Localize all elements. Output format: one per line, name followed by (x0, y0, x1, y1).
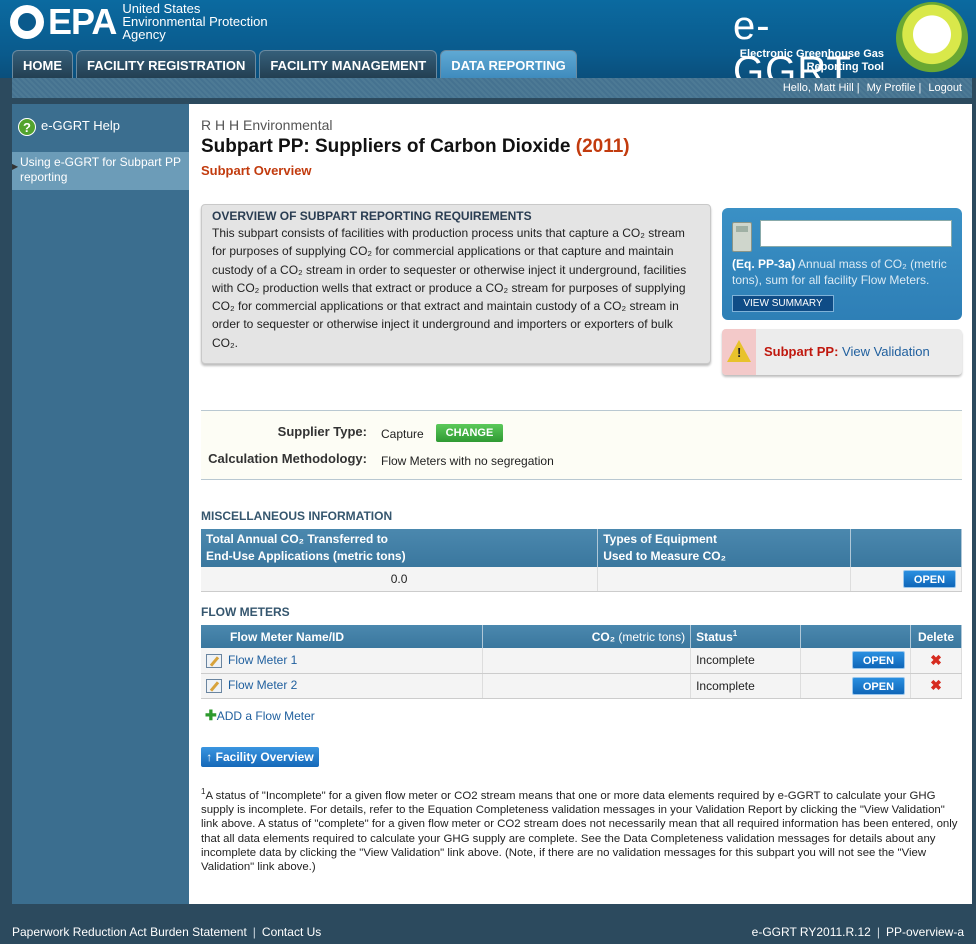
flow-meter-status: Incomplete (690, 648, 802, 674)
help-link[interactable]: ? e-GGRT Help (12, 104, 189, 148)
ggrt-logo: e-GGRT Electronic Greenhouse Gas Reporti… (733, 2, 968, 93)
flow-meter-open-button[interactable]: OPEN (851, 676, 905, 695)
flow-meters-table: Flow Meter Name/ID CO₂ (metric tons) Sta… (201, 625, 963, 699)
col-status: Status1 (690, 625, 802, 648)
arrow-up-icon: ↑ (206, 750, 213, 764)
view-validation-link[interactable]: View Validation (842, 344, 930, 359)
delete-icon[interactable]: ✖ (930, 677, 942, 693)
supplier-type-label: Supplier Type: (277, 424, 367, 439)
facility-overview-button[interactable]: ↑ Facility Overview (201, 747, 319, 767)
overview-heading: OVERVIEW OF SUBPART REPORTING REQUIREMEN… (212, 209, 532, 223)
col-co2: CO₂ (metric tons) (482, 625, 692, 648)
status-footnote: 1A status of "Incomplete" for a given fl… (201, 787, 958, 874)
sidebar-item-subpart-pp-help[interactable]: ▶ Using e-GGRT for Subpart PP reporting (12, 152, 189, 190)
col-flow-meter-name: Flow Meter Name/ID (201, 625, 484, 648)
supplier-type-value: Capture (381, 427, 424, 441)
flow-meter-status: Incomplete (690, 673, 802, 699)
arrow-right-icon: ▶ (12, 162, 19, 171)
calc-method-label: Calculation Methodology: (208, 451, 367, 466)
page-id-label: PP-overview-a (885, 925, 964, 939)
flow-meter-open-button[interactable]: OPEN (851, 651, 905, 670)
site-header: EPA United States Environmental Protecti… (0, 0, 976, 93)
overview-text: This subpart consists of facilities with… (212, 226, 687, 350)
delete-icon[interactable]: ✖ (930, 652, 942, 668)
greeting-link[interactable]: Hello, Matt Hill (783, 82, 854, 94)
misc-open-button[interactable]: OPEN (903, 569, 956, 588)
annual-mass-field (760, 220, 952, 247)
help-icon: ? (18, 118, 36, 136)
page-subtitle: Subpart Overview (201, 163, 312, 178)
version-label: e-GGRT RY2011.R.12 (751, 925, 871, 939)
contact-link[interactable]: Contact Us (262, 925, 321, 939)
table-row: Flow Meter 1 Incomplete OPEN ✖ (201, 648, 963, 674)
facility-name: R H H Environmental (201, 117, 333, 133)
misc-value: 0.0 (201, 567, 599, 592)
tab-facility-management[interactable]: FACILITY MANAGEMENT (259, 50, 438, 78)
site-footer: Paperwork Reduction Act Burden Statement… (0, 920, 976, 944)
supplier-panel: Supplier Type: Capture CHANGE Calculatio… (201, 410, 962, 480)
help-label: e-GGRT Help (41, 118, 120, 133)
misc-table: Total Annual CO₂ Transferred to End-Use … (201, 529, 962, 592)
sidebar: ? e-GGRT Help ▶ Using e-GGRT for Subpart… (12, 104, 189, 904)
logout-link[interactable]: Logout (928, 82, 962, 94)
flow-meter-link[interactable]: Flow Meter 2 (228, 678, 297, 692)
edit-icon[interactable] (206, 653, 222, 668)
misc-col-transferred: Total Annual CO₂ Transferred to End-Use … (201, 529, 599, 567)
main-nav: HOME FACILITY REGISTRATION FACILITY MANA… (12, 50, 580, 78)
sidebar-item-label: Using e-GGRT for Subpart PP reporting (20, 155, 181, 184)
calculation-description: (Eq. PP-3a) Annual mass of CO₂ (metric t… (732, 257, 947, 287)
epa-wordmark: EPA (48, 0, 117, 42)
main-content: R H H Environmental Subpart PP: Supplier… (189, 104, 972, 904)
flow-meter-link[interactable]: Flow Meter 1 (228, 653, 297, 667)
flow-section-title: FLOW METERS (201, 605, 290, 619)
misc-section-title: MISCELLANEOUS INFORMATION (201, 509, 393, 523)
epa-seal-icon (10, 4, 44, 39)
reporting-year: (2011) (575, 136, 630, 157)
ggrt-bird-icon (896, 2, 968, 74)
page-title: Subpart PP: Suppliers of Carbon Dioxide … (201, 136, 630, 157)
equation-label: (Eq. PP-3a) (732, 257, 796, 271)
tab-facility-registration[interactable]: FACILITY REGISTRATION (76, 50, 257, 78)
calculator-icon (732, 222, 752, 252)
tab-data-reporting[interactable]: DATA REPORTING (440, 50, 577, 78)
col-delete: Delete (910, 625, 963, 648)
my-profile-link[interactable]: My Profile (867, 82, 916, 94)
epa-logo[interactable]: EPA United States Environmental Protecti… (10, 2, 268, 41)
calculation-panel: (Eq. PP-3a) Annual mass of CO₂ (metric t… (722, 208, 962, 320)
paperwork-link[interactable]: Paperwork Reduction Act Burden Statement (12, 925, 247, 939)
misc-col-equipment: Types of Equipment Used to Measure CO₂ (597, 529, 852, 567)
add-flow-meter-link[interactable]: ✚ADD a Flow Meter (205, 707, 315, 724)
table-row: Flow Meter 2 Incomplete OPEN ✖ (201, 673, 963, 699)
ggrt-subtitle: Electronic Greenhouse Gas Reporting Tool (739, 48, 884, 73)
tab-home[interactable]: HOME (12, 50, 73, 78)
user-bar: Hello, Matt Hill | My Profile | Logout (12, 78, 972, 98)
edit-icon[interactable] (206, 678, 222, 693)
validation-label: Subpart PP: (764, 344, 839, 359)
view-summary-button[interactable]: VIEW SUMMARY (732, 295, 834, 312)
validation-panel: ! Subpart PP: View Validation (722, 329, 962, 375)
calc-method-value: Flow Meters with no segregation (381, 454, 554, 468)
change-button[interactable]: CHANGE (436, 424, 503, 442)
overview-panel: OVERVIEW OF SUBPART REPORTING REQUIREMEN… (201, 204, 711, 364)
table-row: 0.0 OPEN (201, 567, 962, 592)
agency-name: United States Environmental Protection A… (122, 1, 268, 42)
plus-icon: ✚ (205, 707, 217, 723)
